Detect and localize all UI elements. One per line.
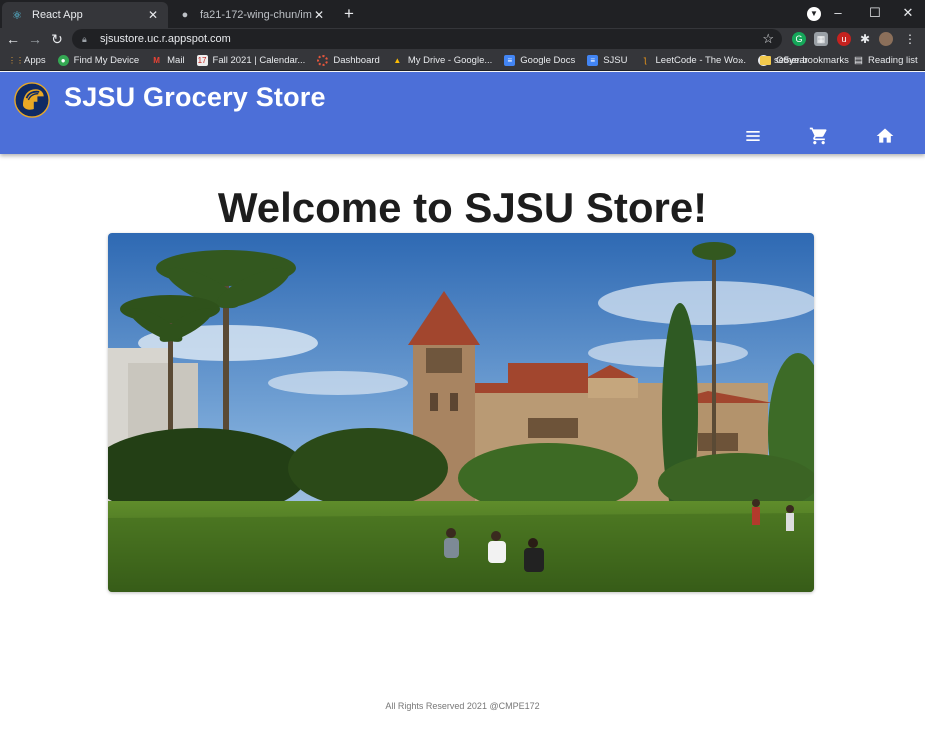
gmail-icon: M: [153, 55, 160, 65]
bookmark-label: Apps: [24, 54, 46, 66]
browser-toolbar: ← → ↻ 🔒︎ sjsustore.uc.r.appspot.com ☆ G …: [0, 28, 925, 50]
bookmark-label: LeetCode - The Wo...: [655, 54, 746, 66]
campus-photo-illustration: [108, 233, 814, 592]
puzzle-icon[interactable]: ✱: [858, 32, 872, 46]
menu-icon[interactable]: [743, 126, 763, 146]
bookmark-dashboard[interactable]: Dashboard: [317, 54, 380, 66]
ublock-icon[interactable]: u: [837, 32, 851, 46]
chevron-down-icon[interactable]: ▼: [807, 7, 821, 21]
cart-icon[interactable]: [809, 126, 829, 146]
footer-copyright: All Rights Reserved 2021 @CMPE172: [385, 701, 540, 711]
spartan-logo-icon: [14, 82, 50, 118]
apps-grid-icon: ⋮⋮: [8, 55, 24, 65]
tab-react-app[interactable]: ⚛ React App ✕: [2, 2, 168, 28]
drive-icon: ▲: [393, 55, 402, 65]
window-close-icon[interactable]: ✕: [890, 0, 925, 28]
app-header: SJSU Grocery Store: [0, 72, 925, 154]
close-icon[interactable]: ✕: [312, 8, 326, 22]
page-title: Welcome to SJSU Store!: [217, 184, 708, 231]
docs-icon: ≡: [587, 54, 599, 66]
github-icon: ●: [181, 9, 189, 21]
bookmark-calendar[interactable]: 17 Fall 2021 | Calendar...: [196, 54, 306, 66]
bookmark-star-icon[interactable]: ☆: [762, 31, 774, 47]
reading-list-icon: ▤: [854, 55, 863, 66]
maximize-icon[interactable]: ☐: [857, 0, 893, 28]
tab-title: fa21-172-wing-chun/images at m: [200, 9, 312, 21]
bookmark-label: My Drive - Google...: [407, 54, 493, 66]
bookmark-label: Dashboard: [333, 54, 380, 66]
reading-list-label: Reading list: [867, 55, 918, 66]
bookmark-label: Fall 2021 | Calendar...: [212, 54, 306, 66]
address-bar[interactable]: 🔒︎ sjsustore.uc.r.appspot.com ☆: [72, 29, 782, 49]
react-icon: ⚛: [12, 9, 22, 22]
bookmark-find-my-device[interactable]: ● Find My Device: [57, 54, 140, 66]
bookmark-mail[interactable]: M Mail: [151, 55, 184, 66]
extension-icon[interactable]: ▦: [814, 32, 828, 46]
minimize-icon[interactable]: –: [820, 0, 856, 28]
back-icon[interactable]: ←: [4, 30, 22, 48]
lock-icon: 🔒︎: [82, 34, 87, 44]
new-tab-icon[interactable]: +: [340, 5, 358, 23]
home-icon[interactable]: [875, 126, 895, 146]
url-text: sjsustore.uc.r.appspot.com: [100, 33, 231, 45]
forward-icon[interactable]: →: [26, 30, 44, 48]
avatar[interactable]: [879, 32, 893, 46]
grammarly-icon[interactable]: G: [792, 32, 806, 46]
bookmark-label: Mail: [167, 54, 185, 66]
reload-icon[interactable]: ↻: [48, 30, 66, 48]
tab-title: React App: [32, 9, 83, 21]
bookmark-my-drive[interactable]: ▲ My Drive - Google...: [392, 55, 492, 66]
folder-icon: [760, 56, 771, 65]
tab-github[interactable]: ● fa21-172-wing-chun/images at m ✕: [170, 2, 334, 28]
bookmark-label: Find My Device: [73, 54, 140, 66]
dashboard-icon: [317, 54, 329, 66]
leetcode-icon: ƪ: [643, 55, 647, 65]
brand-title[interactable]: SJSU Grocery Store: [64, 82, 326, 113]
bookmark-leetcode[interactable]: ƪ LeetCode - The Wo...: [640, 55, 746, 66]
docs-icon: ≡: [504, 54, 516, 66]
browser-tab-strip: ⚛ React App ✕ ● fa21-172-wing-chun/image…: [0, 0, 925, 28]
bookmark-label: Google Docs: [520, 54, 576, 66]
hero-image: [108, 233, 814, 592]
bookmark-label: SJSU: [603, 54, 628, 66]
bookmark-other-bookmarks[interactable]: Other bookmarks: [760, 50, 849, 71]
reading-list-button[interactable]: ▤ Reading list: [854, 50, 918, 71]
bookmark-apps[interactable]: ⋮⋮ Apps: [8, 55, 46, 66]
bookmarks-overflow-icon[interactable]: »: [738, 50, 743, 71]
close-icon[interactable]: ✕: [146, 8, 160, 22]
bookmark-label: Other bookmarks: [776, 55, 849, 66]
calendar-icon: 17: [196, 54, 208, 66]
bookmark-sjsu[interactable]: ≡ SJSU: [587, 54, 628, 66]
kebab-menu-icon[interactable]: ⋮: [903, 32, 917, 46]
find-device-icon: ●: [57, 54, 69, 66]
bookmark-google-docs[interactable]: ≡ Google Docs: [504, 54, 576, 66]
